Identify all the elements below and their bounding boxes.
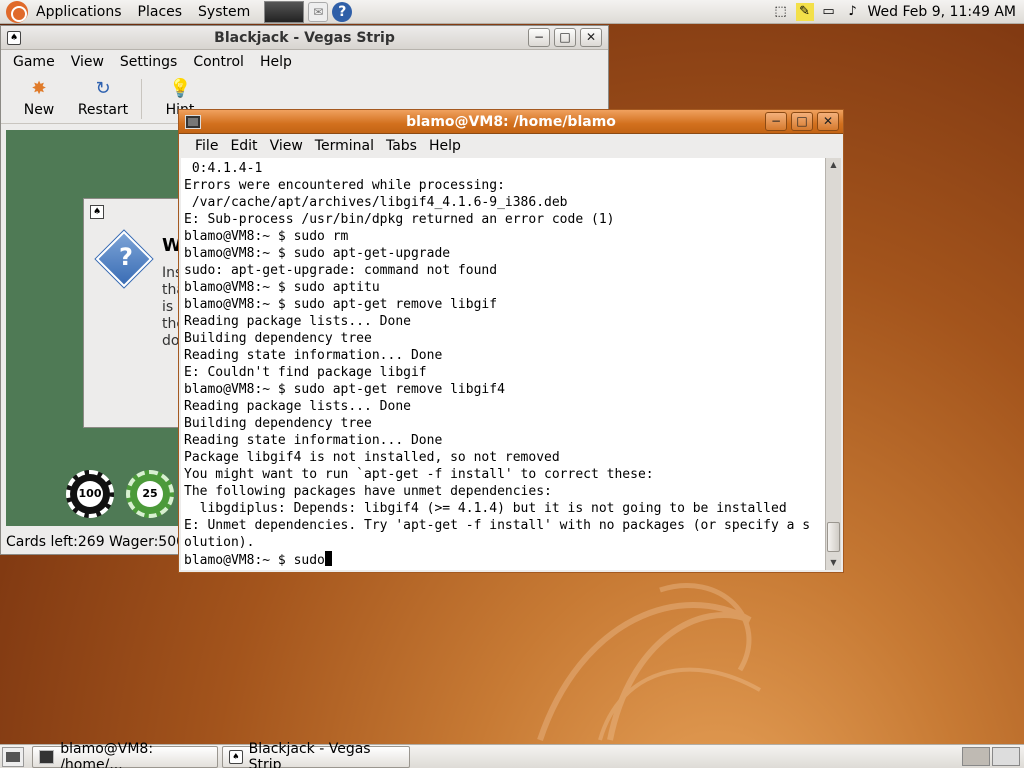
terminal-minimize-button[interactable]: − [765, 112, 787, 131]
question-mark: ? [119, 243, 133, 271]
terminal-line: /var/cache/apt/archives/libgif4_4.1.6-9_… [184, 195, 568, 210]
terminal-maximize-button[interactable]: □ [791, 112, 813, 131]
places-menu[interactable]: Places [130, 0, 191, 24]
display-icon[interactable]: ▭ [820, 3, 838, 21]
restart-button[interactable]: ↻ Restart [71, 74, 135, 118]
menu-help[interactable]: Help [423, 138, 467, 154]
terminal-line: Package libgif4 is not installed, so not… [184, 450, 560, 465]
show-desktop-icon[interactable] [2, 746, 24, 767]
clock[interactable]: Wed Feb 9, 11:49 AM [868, 4, 1024, 20]
terminal-line: blamo@VM8:~ $ sudo apt-get-upgrade [184, 246, 451, 261]
cards-task-icon: ♠ [229, 749, 243, 764]
bottom-panel: blamo@VM8: /home/... ♠ Blackjack - Vegas… [0, 741, 1024, 768]
terminal-line: blamo@VM8:~ $ sudo rm [184, 229, 349, 244]
menu-tabs[interactable]: Tabs [380, 138, 423, 154]
menu-edit[interactable]: Edit [224, 138, 263, 154]
menu-control[interactable]: Control [185, 54, 252, 70]
wallpaper-swirl [537, 583, 761, 741]
terminal-line: The following packages have unmet depend… [184, 484, 552, 499]
lightbulb-icon: 💡 [169, 78, 192, 99]
terminal-task-icon [39, 749, 55, 764]
terminal-output[interactable]: 0:4.1.4-1 Errors were encountered while p… [181, 158, 825, 570]
toolbar-separator [141, 79, 142, 119]
terminal-line: olution). [184, 535, 255, 550]
terminal-line: blamo@VM8:~ $ sudo aptitu [184, 280, 380, 295]
blackjack-title: Blackjack - Vegas Strip [214, 30, 395, 46]
restart-icon: ↻ [95, 78, 111, 99]
terminal-line: Reading package lists... Done [184, 314, 411, 329]
terminal-line: Building dependency tree [184, 416, 372, 431]
terminal-line: sudo: apt-get-upgrade: command not found [184, 263, 498, 278]
terminal-line: Reading state information... Done [184, 348, 443, 363]
text-cursor [324, 551, 332, 566]
menu-terminal[interactable]: Terminal [309, 138, 380, 154]
applications-menu[interactable]: Applications [28, 0, 130, 24]
terminal-titlebar[interactable]: blamo@VM8: /home/blamo − □ ✕ [179, 110, 843, 134]
scroll-down-icon[interactable]: ▼ [826, 556, 841, 570]
workspace-1[interactable] [962, 747, 990, 766]
scroll-thumb[interactable] [827, 522, 840, 552]
terminal-line: Building dependency tree [184, 331, 372, 346]
taskbar-blackjack[interactable]: ♠ Blackjack - Vegas Strip [222, 741, 410, 768]
top-panel: Applications Places System ✉ ? ⬚ ✎ ▭ ♪ W… [0, 0, 1024, 24]
menu-view[interactable]: View [264, 138, 309, 154]
system-menu[interactable]: System [190, 0, 258, 24]
menu-game[interactable]: Game [5, 54, 63, 70]
menu-settings[interactable]: Settings [112, 54, 185, 70]
dialog-cards-icon: ♠ [90, 205, 104, 219]
terminal-line: blamo@VM8:~ $ sudo apt-get remove libgif [184, 297, 498, 312]
help-icon[interactable]: ? [332, 1, 353, 22]
terminal-line: Errors were encountered while processing… [184, 178, 505, 193]
ubuntu-logo-icon[interactable] [6, 0, 28, 23]
terminal-line: Reading package lists... Done [184, 399, 411, 414]
terminal-line: E: Couldn't find package libgif [184, 365, 427, 380]
terminal-title: blamo@VM8: /home/blamo [406, 114, 616, 130]
system-tray: ⬚ ✎ ▭ ♪ Wed Feb 9, 11:49 AM [772, 0, 1024, 24]
cards-icon[interactable]: ♠ [7, 31, 21, 45]
close-button[interactable]: ✕ [580, 28, 602, 47]
menu-help[interactable]: Help [252, 54, 300, 70]
workspace-2[interactable] [992, 747, 1020, 766]
chip-25[interactable]: 25 [126, 470, 174, 518]
blackjack-menubar: Game View Settings Control Help [1, 50, 608, 74]
terminal-line: Reading state information... Done [184, 433, 443, 448]
chip-100[interactable]: 100 [66, 470, 114, 518]
network-icon[interactable]: ⬚ [772, 3, 790, 21]
workspace-switcher [962, 747, 1020, 766]
blackjack-titlebar[interactable]: ♠ Blackjack - Vegas Strip − □ ✕ [1, 26, 608, 50]
terminal-line: 0:4.1.4-1 [184, 161, 263, 176]
menu-view[interactable]: View [63, 54, 112, 70]
terminal-icon[interactable] [185, 115, 201, 129]
new-button[interactable]: ✸ New [7, 74, 71, 118]
notes-icon[interactable]: ✎ [795, 3, 814, 21]
mail-icon[interactable]: ✉ [308, 1, 329, 22]
scroll-up-icon[interactable]: ▲ [826, 158, 841, 172]
terminal-window: blamo@VM8: /home/blamo − □ ✕ File Edit V… [178, 109, 844, 573]
terminal-scrollbar[interactable]: ▲ ▼ [825, 158, 841, 570]
terminal-line: E: Unmet dependencies. Try 'apt-get -f i… [184, 518, 811, 533]
workspace-launcher-icon[interactable] [264, 0, 305, 23]
terminal-close-button[interactable]: ✕ [817, 112, 839, 131]
terminal-menubar: File Edit View Terminal Tabs Help [179, 134, 843, 158]
minimize-button[interactable]: − [528, 28, 550, 47]
maximize-button[interactable]: □ [554, 28, 576, 47]
menu-file[interactable]: File [189, 138, 224, 154]
terminal-line: libgdiplus: Depends: libgif4 (>= 4.1.4) … [184, 501, 787, 516]
terminal-line: You might want to run `apt-get -f instal… [184, 467, 654, 482]
volume-icon[interactable]: ♪ [844, 3, 862, 21]
terminal-line: blamo@VM8:~ $ sudo apt-get remove libgif… [184, 382, 505, 397]
new-game-icon: ✸ [31, 78, 47, 99]
terminal-prompt-line[interactable]: blamo@VM8:~ $ sudo [184, 551, 825, 569]
terminal-line: E: Sub-process /usr/bin/dpkg returned an… [184, 212, 615, 227]
taskbar-terminal[interactable]: blamo@VM8: /home/... [32, 741, 218, 768]
